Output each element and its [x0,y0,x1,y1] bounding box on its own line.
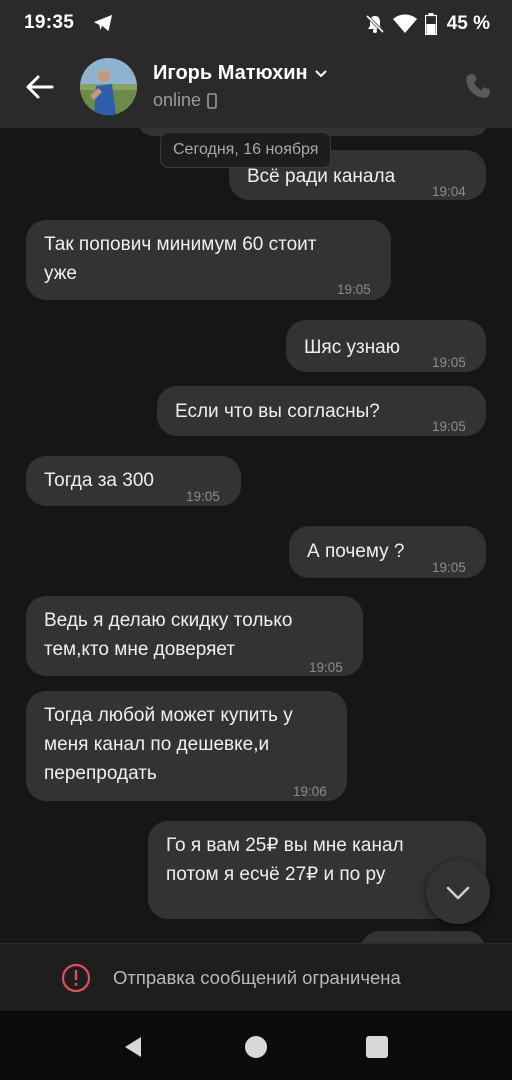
message-time: 19:05 [432,560,466,575]
chevron-down-icon [314,69,327,77]
avatar-photo [80,58,137,115]
message-bubble-in[interactable]: Так попович минимум 60 стоит уже 19:05 [26,220,391,300]
message-text: Го я вам 25₽ вы мне канал потом я есчё 2… [166,835,404,885]
contact-name-text: Игорь Матюхин [153,62,308,84]
status-icons: 45 % [365,12,490,36]
message-time: 19:05 [186,489,220,504]
message-time: 19:05 [337,282,371,297]
contact-status-text: online [153,90,202,110]
nav-recents-icon[interactable] [366,1036,388,1058]
nav-home-icon[interactable] [245,1036,267,1058]
message-time: 19:05 [309,660,343,675]
message-text: Так попович минимум 60 стоит уже [44,234,317,284]
message-text: А почему ? [307,541,405,562]
message-bubble-in[interactable]: Ведь я делаю скидку только тем,кто мне д… [26,596,363,676]
message-time: 19:05 [432,419,466,434]
back-arrow-icon[interactable] [22,72,56,102]
message-text: Тогда любой может купить у меня канал по… [44,705,293,784]
contact-status: online [153,90,217,111]
status-time: 19:35 [24,12,75,33]
message-time: 19:06 [293,784,327,799]
battery-icon [424,13,437,35]
mobile-device-icon [207,92,217,109]
message-text: Всё ради канала [247,166,396,187]
message-bubble-in[interactable]: Тогда за 300 19:05 [26,456,241,506]
date-chip: Сегодня, 16 ноября [160,132,332,168]
avatar[interactable] [80,58,137,115]
message-text: Тогда за 300 [44,470,154,491]
message-bubble-cropped[interactable] [360,931,486,943]
message-bubble-out[interactable]: Шяс узнаю 19:05 [286,320,486,372]
message-bubble-in[interactable]: Тогда любой может купить у меня канал по… [26,691,347,801]
wifi-icon [392,14,417,33]
restriction-text: Отправка сообщений ограничена [113,967,401,988]
telegram-notification-icon [93,14,113,32]
battery-percent: 45 % [446,13,490,34]
chat-header: Игорь Матюхин online [0,48,512,128]
chevron-down-icon [446,886,470,900]
message-bubble-out[interactable]: Если что вы согласны? 19:05 [157,386,486,436]
message-text: Ведь я делаю скидку только тем,кто мне д… [44,610,293,660]
contact-name[interactable]: Игорь Матюхин [153,62,328,85]
nav-back-icon[interactable] [121,1035,145,1059]
phone-call-icon[interactable] [464,72,492,100]
message-list[interactable]: Всё ради канала 19:04 Сегодня, 16 ноября… [0,128,512,943]
system-nav-bar [0,1011,512,1080]
status-bar: 19:35 45 % [0,0,512,48]
scroll-down-button[interactable] [426,860,490,924]
message-text: Если что вы согласны? [175,401,380,422]
message-text: Шяс узнаю [304,337,401,358]
message-time: 19:04 [432,184,466,199]
restriction-banner: Отправка сообщений ограничена [0,943,512,1011]
message-time: 19:05 [432,355,466,370]
warning-icon [61,963,91,993]
mute-bell-icon [365,14,384,34]
message-bubble-out[interactable]: А почему ? 19:05 [289,526,486,578]
